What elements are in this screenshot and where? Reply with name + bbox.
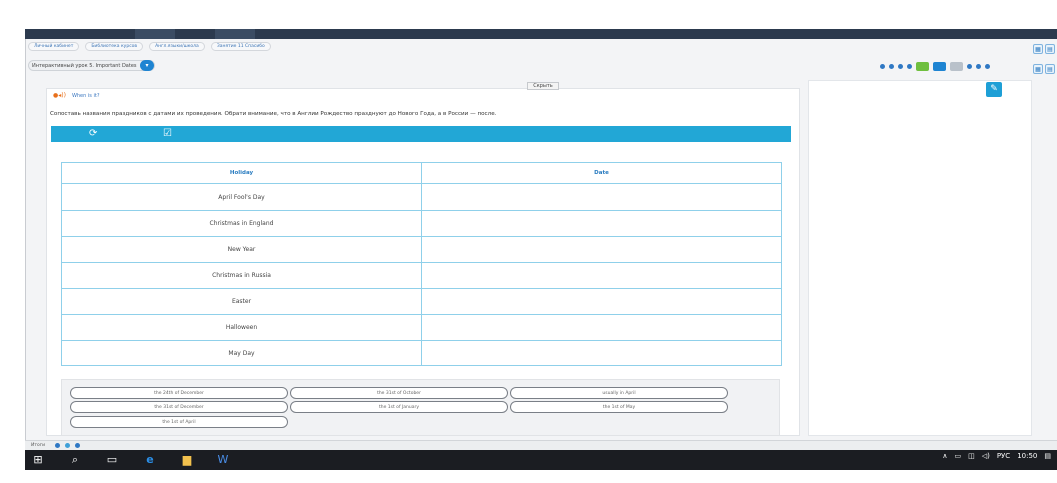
wrench-icon[interactable]: ✎ [986, 82, 1002, 97]
holiday-cell: Halloween [62, 315, 422, 340]
volume-icon[interactable]: ◁) [982, 452, 990, 460]
answer-chip[interactable]: the 24th of December [70, 387, 288, 399]
holiday-cell: Christmas in Russia [62, 263, 422, 288]
pager-dot[interactable] [880, 64, 885, 69]
exercise-toolbar: ⟳ ☑ [51, 126, 791, 142]
site-header [25, 29, 1057, 39]
word-icon[interactable]: W [215, 453, 231, 467]
status-icon[interactable] [55, 443, 60, 448]
holiday-cell: April Fool's Day [62, 184, 422, 210]
table-header: Holiday Date [62, 163, 781, 184]
pager-box[interactable] [950, 62, 963, 71]
check-icon[interactable]: ☑ [163, 128, 172, 140]
holiday-cell: New Year [62, 237, 422, 262]
header-accent [135, 29, 175, 39]
status-icon[interactable] [75, 443, 80, 448]
table-row: New Year [62, 237, 781, 263]
answer-bank: the 24th of December the 31st of October… [61, 379, 780, 436]
table-row: Halloween [62, 315, 781, 341]
date-drop-slot[interactable] [422, 289, 781, 314]
date-drop-slot[interactable] [422, 315, 781, 340]
breadcrumb-item[interactable]: Англ.языки/школа [149, 41, 205, 51]
date-drop-slot[interactable] [422, 263, 781, 288]
holiday-cell: May Day [62, 341, 422, 365]
pager-dot[interactable] [967, 64, 972, 69]
pager-dot[interactable] [985, 64, 990, 69]
chevron-up-icon[interactable]: ∧ [942, 452, 947, 460]
status-label: Итоги [31, 443, 46, 448]
lesson-select[interactable]: Интерактивный урок 5. Important Dates ▾ [28, 60, 155, 71]
header-accent [215, 29, 255, 39]
refresh-icon[interactable]: ⟳ [89, 128, 97, 140]
table-row: Christmas in England [62, 211, 781, 237]
page-icon[interactable]: ▤ [1045, 44, 1055, 54]
right-panel [808, 80, 1032, 436]
edge-browser-icon[interactable]: e [142, 453, 158, 467]
task-view-icon[interactable]: ▭ [105, 453, 119, 467]
table-row: May Day [62, 341, 781, 365]
grid-icon[interactable]: ▦ [1033, 64, 1043, 74]
task-instruction: Сопоставь названия праздников с датами и… [50, 111, 497, 117]
answer-chip[interactable]: the 1st of January [290, 401, 508, 413]
pager-box[interactable] [933, 62, 946, 71]
language-indicator[interactable]: РУС [997, 452, 1010, 460]
hide-button[interactable]: Скрыть [527, 82, 559, 90]
table-row: Christmas in Russia [62, 263, 781, 289]
column-header: Date [594, 170, 609, 176]
breadcrumb: Личный кабинет Библиотека курсов Англ.яз… [28, 41, 271, 51]
date-drop-slot[interactable] [422, 341, 781, 365]
answer-chip[interactable]: the 1st of May [510, 401, 728, 413]
answer-chip[interactable]: the 31st of October [290, 387, 508, 399]
column-header: Holiday [62, 163, 422, 183]
date-drop-slot[interactable] [422, 211, 781, 236]
table-row: Easter [62, 289, 781, 315]
status-strip: Итоги [25, 440, 1057, 450]
answer-chip[interactable]: the 1st of April [70, 416, 288, 428]
status-icon[interactable] [65, 443, 70, 448]
clock[interactable]: 10:50 [1017, 452, 1037, 460]
exercise-pager [880, 62, 990, 71]
pager-current[interactable] [916, 62, 929, 71]
matching-table: Holiday Date April Fool's Day Christmas … [61, 162, 782, 366]
pager-dot[interactable] [898, 64, 903, 69]
pager-dot[interactable] [976, 64, 981, 69]
task-title: ●◂)) When is it? [53, 92, 99, 99]
battery-icon[interactable]: ▭ [954, 452, 961, 460]
date-drop-slot[interactable] [422, 237, 781, 262]
page-icon[interactable]: ▤ [1045, 64, 1055, 74]
chevron-down-icon[interactable]: ▾ [140, 60, 154, 71]
search-icon[interactable]: ⌕ [68, 453, 82, 467]
answer-chip[interactable]: usually in April [510, 387, 728, 399]
audio-icon[interactable]: ●◂)) [53, 92, 66, 99]
breadcrumb-item[interactable]: Библиотека курсов [85, 41, 144, 51]
breadcrumb-item[interactable]: Занятие 11 Cпасибо [210, 41, 271, 51]
pager-dot[interactable] [889, 64, 894, 69]
system-tray: ∧ ▭ ◫ ◁) РУС 10:50 ▤ [942, 452, 1051, 460]
pager-dot[interactable] [907, 64, 912, 69]
task-title-label: When is it? [71, 92, 100, 99]
breadcrumb-item[interactable]: Личный кабинет [28, 41, 80, 51]
windows-start-icon[interactable]: ⊞ [31, 453, 45, 467]
file-explorer-icon[interactable]: ▆ [179, 453, 195, 467]
windows-taskbar: ⊞ ⌕ ▭ e ▆ W ∧ ▭ ◫ ◁) РУС 10:50 ▤ [25, 450, 1057, 470]
table-row: April Fool's Day [62, 184, 781, 211]
grid-icon[interactable]: ▦ [1033, 44, 1043, 54]
holiday-cell: Christmas in England [62, 211, 422, 236]
answer-chip[interactable]: the 31st of December [70, 401, 288, 413]
notifications-icon[interactable]: ▤ [1044, 452, 1051, 460]
screenshot: Личный кабинет Библиотека курсов Англ.яз… [0, 0, 1057, 483]
lesson-select-value: Интерактивный урок 5. Important Dates [32, 62, 137, 69]
network-icon[interactable]: ◫ [968, 452, 975, 460]
date-drop-slot[interactable] [422, 184, 781, 210]
holiday-cell: Easter [62, 289, 422, 314]
